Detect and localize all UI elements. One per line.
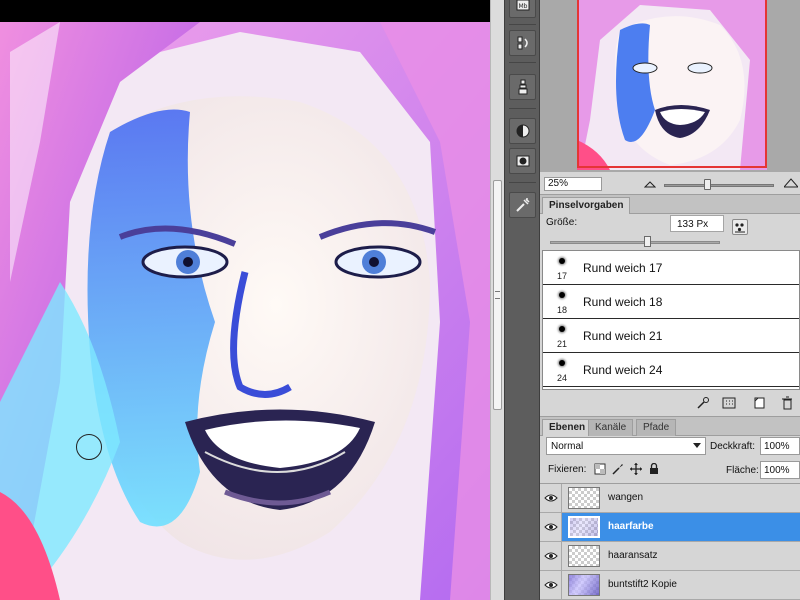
soft-brush-icon bbox=[559, 360, 565, 366]
fill-label: Fläche: bbox=[726, 465, 759, 476]
layer-thumbnail bbox=[568, 574, 600, 596]
brush-name: Rund weich 17 bbox=[583, 261, 663, 275]
svg-text:Mb: Mb bbox=[518, 3, 527, 10]
visibility-eye-icon[interactable] bbox=[540, 542, 562, 570]
tab-paths[interactable]: Pfade bbox=[636, 419, 677, 436]
lock-transparent-pixels-icon[interactable] bbox=[594, 463, 606, 475]
size-slider-thumb[interactable] bbox=[644, 236, 651, 247]
zoom-input[interactable]: 25% bbox=[544, 177, 602, 191]
zoom-out-icon[interactable] bbox=[644, 178, 656, 188]
mini-bridge-icon[interactable]: Mb bbox=[509, 0, 536, 18]
brush-presets-panel: Pinselvorgaben Größe: 133 Px 16 17 Rund … bbox=[540, 194, 800, 414]
lock-image-pixels-icon[interactable] bbox=[612, 463, 624, 475]
navigator-panel: 25% bbox=[540, 0, 800, 192]
layer-row[interactable]: wangen bbox=[540, 484, 800, 513]
brush-size-number: 17 bbox=[557, 271, 568, 281]
visibility-eye-icon[interactable] bbox=[540, 484, 562, 512]
zoom-slider-thumb[interactable] bbox=[704, 179, 711, 190]
opacity-input[interactable]: 100% bbox=[760, 437, 800, 455]
brush-preset-row[interactable]: 18 Rund weich 18 bbox=[543, 285, 799, 319]
mask-icon[interactable] bbox=[509, 148, 536, 174]
tab-brush-presets[interactable]: Pinselvorgaben bbox=[542, 197, 631, 214]
brush-name: Rund weich 24 bbox=[583, 363, 663, 377]
brush-settings-icon[interactable] bbox=[509, 192, 536, 218]
document-canvas-area[interactable] bbox=[0, 0, 490, 600]
size-input[interactable]: 133 Px bbox=[670, 215, 724, 232]
layers-panel: Ebenen Kanäle Pfade Normal Deckkraft: 10… bbox=[540, 416, 800, 600]
layers-tabbar: Ebenen Kanäle Pfade bbox=[540, 417, 800, 436]
tab-channels[interactable]: Kanäle bbox=[588, 419, 634, 436]
brush-presets-footer bbox=[540, 394, 800, 412]
brush-size-number: 18 bbox=[557, 305, 568, 315]
lock-all-icon[interactable] bbox=[648, 463, 660, 475]
soft-brush-icon bbox=[559, 326, 565, 332]
history-icon[interactable] bbox=[509, 30, 536, 56]
adjustment-icon[interactable] bbox=[509, 118, 536, 144]
brush-preset-row[interactable]: 24 Rund weich 24 bbox=[543, 353, 799, 387]
layer-list[interactable]: wangen haarfarbe haaransatz buntstift2 K… bbox=[540, 483, 800, 600]
scrollbar-grip-icon bbox=[495, 291, 500, 299]
chevron-down-icon bbox=[693, 443, 701, 448]
layer-row-selected[interactable]: haarfarbe bbox=[540, 513, 800, 542]
brush-preset-list[interactable]: 16 17 Rund weich 17 18 Rund weich 18 21 … bbox=[542, 250, 800, 390]
visibility-eye-icon[interactable] bbox=[540, 513, 562, 541]
navigator-preview[interactable] bbox=[540, 0, 800, 172]
zoom-slider-track[interactable] bbox=[664, 184, 774, 187]
brush-preset-row[interactable]: 21 Rund weich 21 bbox=[543, 319, 799, 353]
lock-row: Fixieren: Fläche: 100% bbox=[540, 459, 800, 479]
portrait-artwork bbox=[0, 22, 490, 600]
size-slider-track[interactable] bbox=[550, 241, 720, 244]
brush-name: Rund weich 18 bbox=[583, 295, 663, 309]
brush-name: Rund weich 21 bbox=[583, 329, 663, 343]
opacity-label: Deckkraft: bbox=[710, 441, 756, 452]
canvas-vertical-scrollbar[interactable] bbox=[490, 0, 504, 600]
zoom-in-icon[interactable] bbox=[784, 178, 798, 188]
blend-mode-value: Normal bbox=[551, 441, 584, 452]
document-image[interactable] bbox=[0, 22, 490, 600]
layer-thumbnail bbox=[568, 516, 600, 538]
layer-thumbnail bbox=[568, 545, 600, 567]
tab-layers[interactable]: Ebenen bbox=[542, 419, 593, 436]
visibility-eye-icon[interactable] bbox=[540, 571, 562, 599]
layer-row[interactable]: haaransatz bbox=[540, 542, 800, 571]
soft-brush-icon bbox=[559, 258, 565, 264]
scrollbar-thumb[interactable] bbox=[493, 180, 502, 410]
layer-name: wangen bbox=[608, 492, 644, 503]
clone-source-icon[interactable] bbox=[509, 74, 536, 100]
toggle-brush-panel-icon[interactable] bbox=[696, 396, 710, 410]
layer-name: buntstift2 Kopie bbox=[608, 579, 677, 590]
navigator-zoom-row: 25% bbox=[540, 174, 800, 192]
trash-icon[interactable] bbox=[780, 396, 794, 410]
lock-label: Fixieren: bbox=[548, 464, 587, 475]
navigator-view-box[interactable] bbox=[577, 0, 767, 168]
fill-input[interactable]: 100% bbox=[760, 461, 800, 479]
soft-brush-icon bbox=[559, 292, 565, 298]
layer-name: haaransatz bbox=[608, 550, 658, 561]
brush-presets-tabbar: Pinselvorgaben bbox=[540, 195, 800, 214]
layer-name: haarfarbe bbox=[608, 521, 654, 532]
brush-cursor bbox=[76, 434, 102, 460]
brush-size-number: 24 bbox=[557, 373, 568, 383]
new-preset-icon[interactable] bbox=[752, 396, 766, 410]
layer-thumbnail bbox=[568, 487, 600, 509]
layer-row[interactable]: buntstift2 Kopie bbox=[540, 571, 800, 600]
grid-view-icon[interactable] bbox=[722, 396, 736, 410]
right-panel-dock: 25% Pinselvorgaben Größe: 133 Px 16 17 R… bbox=[540, 0, 800, 600]
panel-icon-strip: Mb bbox=[504, 0, 540, 600]
brush-size-number: 21 bbox=[557, 339, 568, 349]
brush-preset-row[interactable]: 17 Rund weich 17 bbox=[543, 251, 799, 285]
reset-size-icon[interactable] bbox=[732, 219, 748, 235]
lock-position-icon[interactable] bbox=[630, 463, 642, 475]
size-label: Größe: bbox=[546, 217, 578, 228]
blend-mode-select[interactable]: Normal bbox=[546, 437, 706, 455]
